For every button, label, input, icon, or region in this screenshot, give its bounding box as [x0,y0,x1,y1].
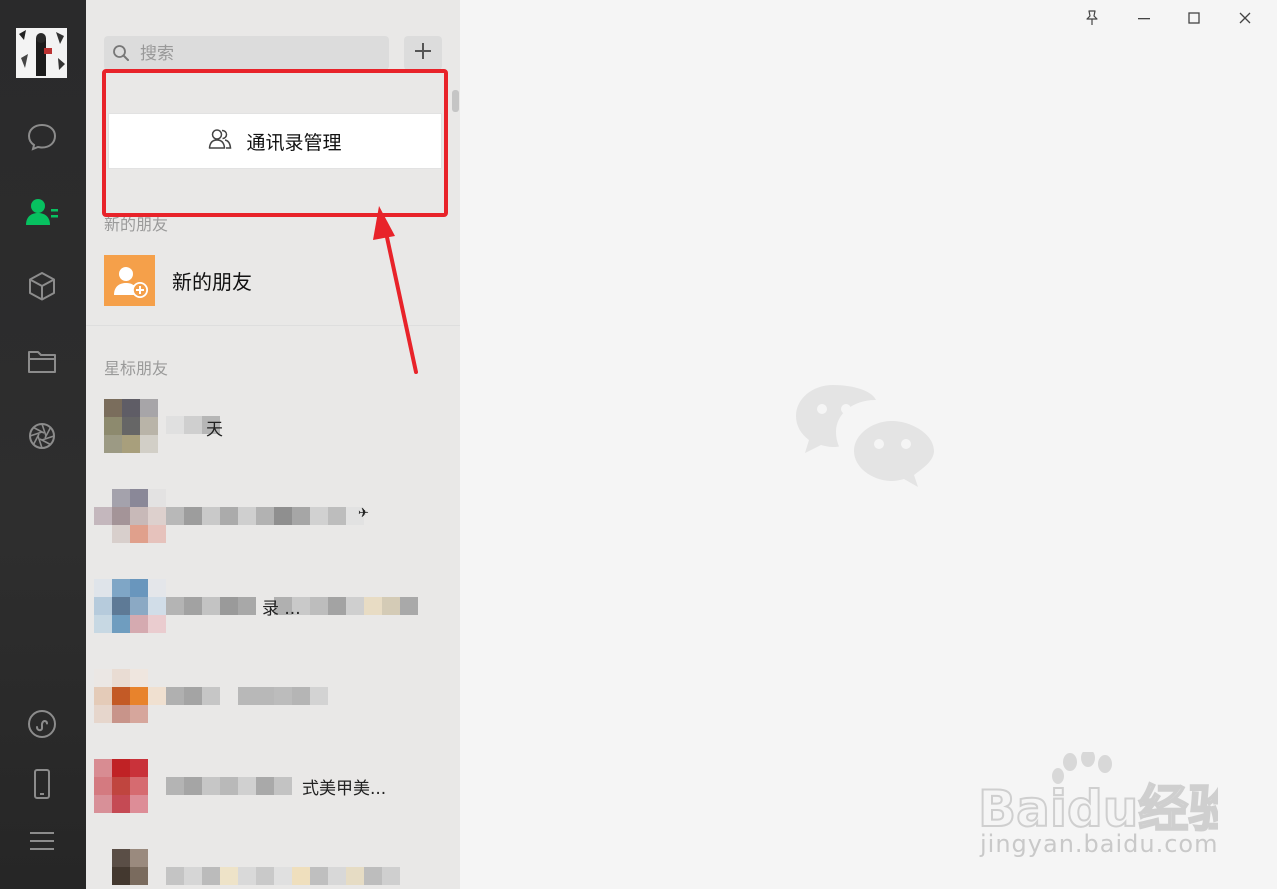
contact-avatar [104,399,158,453]
add-button[interactable] [404,36,442,70]
watermark-logo: Baidu经验 [977,749,1239,839]
mini-program-icon[interactable] [24,706,60,742]
contact-avatar [94,579,166,633]
search-input[interactable] [138,41,382,67]
contact-name-pixelated [166,777,292,795]
contact-avatar [94,669,166,723]
divider [86,325,460,326]
contact-item[interactable]: 录 ... [86,572,460,642]
close-icon[interactable] [1233,6,1257,30]
contact-list-panel: 通讯录管理 新的朋友 新的朋友 星标朋友 天 [86,0,460,889]
avatar[interactable] [16,28,67,78]
contacts-icon[interactable] [24,194,60,230]
contact-name: 式美甲美... [302,779,387,799]
new-friend-icon [104,255,155,306]
chat-icon[interactable] [24,118,60,154]
wechat-logo-icon [796,383,938,501]
watermark-brand: Baidu经验 [978,780,1218,832]
contact-item[interactable] [86,842,460,889]
section-header-new-friends: 新的朋友 [104,215,169,234]
scrollbar[interactable] [452,90,459,112]
contact-item[interactable] [86,662,460,732]
contact-item[interactable]: 天 [86,392,460,462]
contact-item[interactable]: ✈ [86,482,460,552]
main-pane: Baidu经验 jingyan.baidu.com [460,0,1277,889]
menu-icon[interactable] [24,823,60,859]
contact-name: 天 [206,420,223,440]
search-box[interactable] [104,36,389,70]
search-icon [112,44,130,66]
contact-name-pixelated [166,507,364,525]
nav-rail [0,0,86,889]
maximize-icon[interactable] [1182,6,1206,30]
new-friends-label: 新的朋友 [172,270,252,294]
contact-avatar [94,759,166,813]
contact-name-pixelated [166,687,328,705]
folder-icon[interactable] [24,343,60,379]
contact-avatar [94,849,166,885]
minimize-icon[interactable] [1132,6,1156,30]
contacts-manage-button[interactable]: 通讯录管理 [108,113,442,169]
contact-name: 录 ... [262,599,301,619]
plus-icon [413,41,433,65]
pin-icon[interactable] [1080,6,1104,30]
contacts-manage-icon [208,128,232,154]
watermark-url: jingyan.baidu.com [980,830,1219,858]
contact-name-pixelated [166,867,400,885]
cube-icon[interactable] [24,268,60,304]
new-friends-item[interactable]: 新的朋友 [86,250,460,314]
moments-icon[interactable] [24,418,60,454]
contacts-manage-label: 通讯录管理 [246,131,342,154]
phone-icon[interactable] [24,766,60,802]
contact-name: ✈ [358,506,369,521]
contact-avatar [94,489,166,543]
contact-item[interactable]: 式美甲美... [86,752,460,822]
section-header-starred: 星标朋友 [104,359,169,378]
